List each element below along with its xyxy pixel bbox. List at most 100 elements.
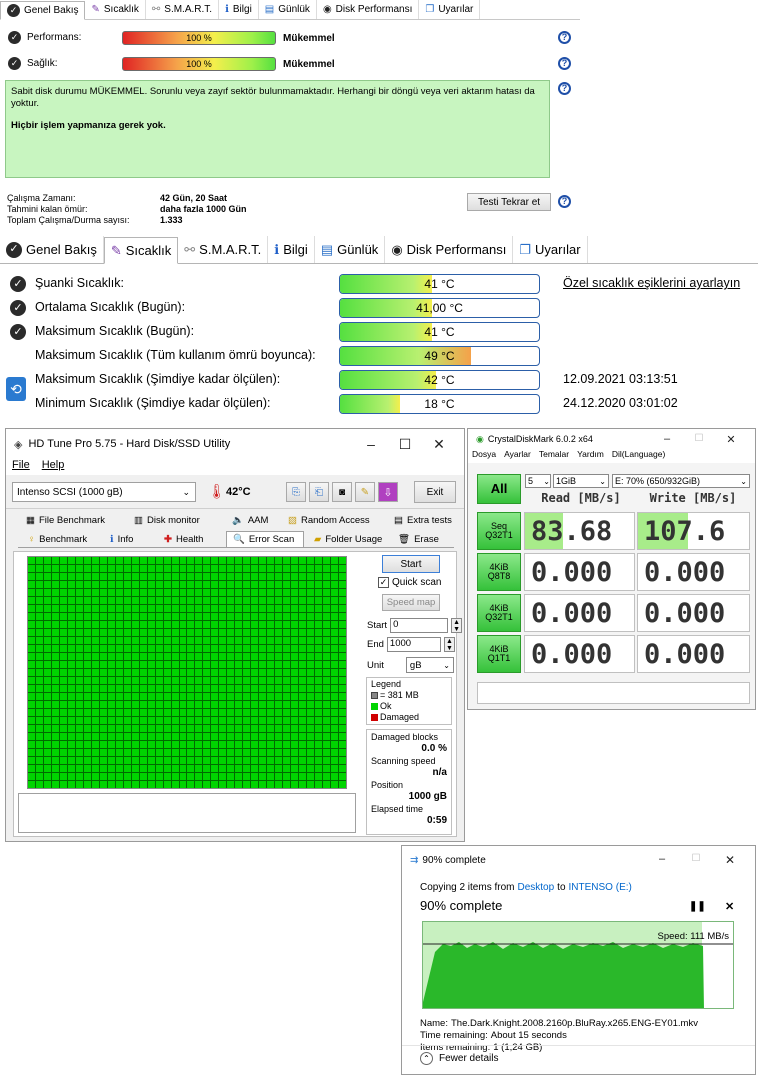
tab-performance[interactable]: ◉ Disk Performansı [385,236,514,263]
menu-help[interactable]: Help [42,459,65,475]
block-cell [315,589,323,596]
block-cell [251,717,259,724]
tab-file-benchmark[interactable]: ▦ File Benchmark [18,515,118,526]
all-button[interactable]: All [477,474,521,504]
tab-disk-monitor[interactable]: ▥ Disk monitor [118,515,218,526]
block-cell [59,573,67,580]
tab-benchmark[interactable]: ♀ Benchmark [18,531,102,547]
cdm-test-button[interactable]: 4KiB Q32T1 [477,594,521,632]
tab-random-access[interactable]: ▧ Random Access [288,515,384,526]
block-cell [307,645,315,652]
block-cell [51,765,59,772]
tab-error-scan[interactable]: 🔍 Error Scan [226,531,304,547]
block-cell [283,757,291,764]
start-spinner[interactable]: ▲ ▼ [451,618,463,633]
help-icon[interactable]: ? [558,57,571,70]
cancel-button[interactable]: ✕ [725,900,734,913]
block-cell [267,725,275,732]
count-select[interactable]: 5 ⌄ [525,474,551,488]
exit-button[interactable]: Exit [414,481,456,503]
end-input[interactable]: 1000 [386,637,441,652]
tab-temperature[interactable]: ✎ Sıcaklık [103,237,179,264]
tab-extra-tests[interactable]: ▤ Extra tests [384,515,464,526]
refresh-icon[interactable]: ⟲ [6,377,26,401]
close-button[interactable]: ✕ [422,436,456,453]
options-icon[interactable]: ✎ [355,482,375,502]
minimize-button[interactable]: – [354,436,388,453]
block-cell [99,629,107,636]
block-cell [131,573,139,580]
cdm-test-button[interactable]: 4KiB Q8T8 [477,553,521,591]
block-cell [219,757,227,764]
block-cell [123,693,131,700]
close-button[interactable]: ✕ [715,433,747,446]
pause-button[interactable]: ❚❚ [689,901,706,912]
block-cell [195,661,203,668]
menu-temalar[interactable]: Temalar [539,449,569,463]
block-cell [243,645,251,652]
tab-performance[interactable]: ◉ Disk Performansı [317,0,420,19]
maximize-button[interactable]: ☐ [388,436,422,453]
fewer-details-button[interactable]: ⌃ Fewer details [420,1052,498,1065]
start-button[interactable]: Start [382,555,440,573]
menu-ayarlar[interactable]: Ayarlar [504,449,531,463]
quick-scan-checkbox[interactable]: ✓ [378,577,389,588]
tab-folder-usage[interactable]: ▰ Folder Usage [304,531,390,547]
tab-temperature[interactable]: ✎ Sıcaklık [85,0,146,19]
cdm-test-button[interactable]: 4KiB Q1T1 [477,635,521,673]
tab-health[interactable]: ✚ Health [156,531,226,547]
tab-info[interactable]: ℹ Bilgi [268,236,315,263]
legend-damaged-swatch [371,714,378,721]
block-cell [43,709,51,716]
save-icon[interactable]: ⇩ [378,482,398,502]
maximize-button[interactable]: ☐ [683,433,715,446]
maximize-button[interactable]: ☐ [679,853,713,867]
tab-erase[interactable]: 🗑 Erase [390,531,450,547]
tab-smart[interactable]: ⚯ S.M.A.R.T. [146,0,220,19]
minimize-button[interactable]: – [651,433,683,446]
size-select[interactable]: 1GiB ⌄ [553,474,609,488]
copy-all-icon[interactable]: ⎗ [309,482,329,502]
tab-info[interactable]: ℹ Bilgi [219,0,259,19]
tab-smart[interactable]: ⚯ S.M.A.R.T. [178,236,269,263]
tab-aam[interactable]: 🔈 AAM [218,515,288,526]
cdm-test-button[interactable]: Seq Q32T1 [477,512,521,550]
help-icon[interactable]: ? [558,195,571,208]
destination-link[interactable]: INTENSO (E:) [569,882,632,893]
menu-yardim[interactable]: Yardım [577,449,604,463]
start-input[interactable]: 0 [390,618,449,633]
tab-overview[interactable]: ✓ Genel Bakış [0,1,86,20]
block-cell [339,661,346,668]
help-icon[interactable]: ? [558,82,571,95]
block-cell [139,717,147,724]
copy-icon[interactable]: ⎘ [286,482,306,502]
tab-log[interactable]: ▤ Günlük [315,236,386,263]
minimize-button[interactable]: – [645,853,679,867]
source-link[interactable]: Desktop [517,882,554,893]
tab-overview[interactable]: ✓ Genel Bakış [0,236,104,263]
help-icon[interactable]: ? [558,31,571,44]
tab-info[interactable]: ℹ Info [102,531,156,547]
close-button[interactable]: ✕ [713,853,747,867]
end-spinner[interactable]: ▲ ▼ [443,637,455,652]
menu-dosya[interactable]: Dosya [472,449,496,463]
hdtune-menubar: File Help [6,459,464,475]
block-cell [203,725,211,732]
cdm-comment-box[interactable] [477,682,750,704]
unit-select[interactable]: gB ⌄ [405,657,454,673]
retest-button[interactable]: Testi Tekrar et [467,193,551,211]
menu-file[interactable]: File [12,459,30,475]
drive-select[interactable]: Intenso SCSI (1000 gB) ⌄ [12,482,196,502]
tab-alerts[interactable]: ❐ Uyarılar [419,0,481,19]
tab-log[interactable]: ▤ Günlük [259,0,317,19]
block-cell [115,773,123,780]
custom-threshold-link[interactable]: Özel sıcaklık eşiklerini ayarlayın [563,276,740,290]
speed-map-button[interactable]: Speed map [382,594,440,611]
camera-icon[interactable]: ◙ [332,482,352,502]
drive-select[interactable]: E: 70% (650/932GiB) ⌄ [612,474,750,488]
block-cell [267,565,275,572]
block-cell [155,653,163,660]
block-cell [107,557,115,564]
tab-alerts[interactable]: ❐ Uyarılar [513,236,588,263]
menu-language[interactable]: Dil(Language) [612,449,665,463]
